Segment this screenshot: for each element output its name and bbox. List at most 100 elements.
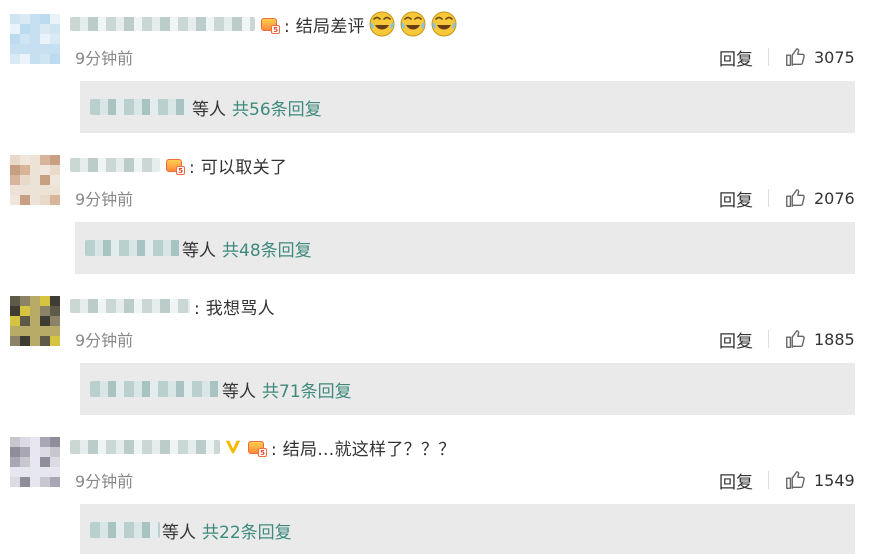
avatar-pixel: [30, 14, 40, 24]
avatar-pixel: [40, 437, 50, 447]
replies-summary[interactable]: 等人 共48条回复: [75, 222, 855, 274]
avatar-pixel: [20, 457, 30, 467]
avatar-pixel: [50, 175, 60, 185]
comment-header: 5 : 结局...就这样了？？？: [70, 434, 456, 460]
reply-button[interactable]: 回复: [719, 186, 753, 211]
avatar-pixel: [10, 155, 20, 165]
comment-text: : 我想骂人: [194, 298, 275, 319]
avatar-pixel: [30, 326, 40, 336]
avatar[interactable]: [10, 296, 60, 346]
avatar-pixel: [40, 24, 50, 34]
like-count: 1885: [814, 329, 855, 349]
username-redacted[interactable]: [70, 440, 220, 454]
avatar-pixel: [40, 34, 50, 44]
divider: [768, 189, 769, 207]
avatar-pixel: [50, 296, 60, 306]
replies-summary[interactable]: 等人 共56条回复: [80, 81, 855, 133]
thumbs-up-icon: [784, 328, 806, 350]
comment-time: 9分钟前: [75, 190, 134, 209]
comment-header: : 我想骂人: [70, 293, 275, 319]
avatar-pixel: [20, 306, 30, 316]
reply-button[interactable]: 回复: [719, 45, 753, 70]
avatar-pixel: [20, 326, 30, 336]
avatar-pixel: [40, 54, 50, 64]
like-button[interactable]: 1885: [784, 326, 855, 352]
username-redacted[interactable]: [70, 158, 160, 172]
replies-total-link[interactable]: 共22条回复: [202, 518, 292, 543]
avatar-pixel: [40, 477, 50, 487]
replies-total-link[interactable]: 共48条回复: [222, 236, 312, 261]
avatar-pixel: [30, 336, 40, 346]
like-count: 1549: [814, 470, 855, 490]
avatar-pixel: [20, 336, 30, 346]
replies-summary[interactable]: 等人 共22条回复: [80, 504, 855, 554]
comment-item: 5 : 结局...就这样了？？？ 9分钟前 回复 1549 等人 共22条回复: [0, 423, 884, 554]
avatar-pixel: [40, 175, 50, 185]
avatar-pixel: [20, 316, 30, 326]
avatar-pixel: [20, 34, 30, 44]
vip-v-icon: [224, 437, 242, 457]
avatar-pixel: [40, 165, 50, 175]
avatar-pixel: [30, 316, 40, 326]
like-button[interactable]: 3075: [784, 44, 855, 70]
avatar-pixel: [10, 296, 20, 306]
comment-item: 5 : 可以取关了 9分钟前 回复 2076 等人 共48条回复: [0, 141, 884, 281]
avatar-pixel: [30, 306, 40, 316]
avatar-pixel: [30, 457, 40, 467]
like-button[interactable]: 2076: [784, 185, 855, 211]
replies-summary[interactable]: 等人 共71条回复: [80, 363, 855, 415]
avatar-pixel: [30, 165, 40, 175]
avatar-pixel: [50, 155, 60, 165]
avatar-pixel: [40, 155, 50, 165]
reply-button[interactable]: 回复: [719, 468, 753, 493]
avatar-pixel: [30, 296, 40, 306]
reply-users-redacted: [90, 522, 160, 538]
username-redacted[interactable]: [70, 299, 190, 313]
reply-users-redacted: [90, 381, 220, 397]
comment-time: 9分钟前: [75, 331, 134, 350]
comment-time: 9分钟前: [75, 472, 134, 491]
comment-item: : 我想骂人 9分钟前 回复 1885 等人 共71条回复: [0, 282, 884, 422]
avatar-pixel: [20, 437, 30, 447]
avatar-pixel: [20, 185, 30, 195]
avatar-pixel: [50, 447, 60, 457]
avatar-pixel: [50, 165, 60, 175]
username-redacted[interactable]: [70, 17, 255, 31]
avatar-pixel: [50, 477, 60, 487]
avatar-pixel: [50, 195, 60, 205]
avatar-pixel: [50, 326, 60, 336]
reply-users-redacted: [85, 240, 180, 256]
avatar-pixel: [30, 477, 40, 487]
avatar-pixel: [10, 467, 20, 477]
divider: [768, 471, 769, 489]
crown-level-badge-icon: 5: [245, 437, 267, 457]
crown-level-badge-icon: 5: [163, 155, 185, 175]
avatar-pixel: [10, 477, 20, 487]
avatar-pixel: [10, 14, 20, 24]
avatar-pixel: [50, 44, 60, 54]
avatar-pixel: [50, 185, 60, 195]
avatar-pixel: [10, 457, 20, 467]
like-button[interactable]: 1549: [784, 467, 855, 493]
avatar[interactable]: [10, 437, 60, 487]
avatar-pixel: [10, 34, 20, 44]
avatar-pixel: [10, 165, 20, 175]
avatar[interactable]: [10, 14, 60, 64]
replies-total-link[interactable]: 共71条回复: [262, 377, 352, 402]
comment-text: : 可以取关了: [189, 157, 288, 178]
avatar-pixel: [40, 296, 50, 306]
avatar-pixel: [20, 54, 30, 64]
reply-users-redacted: [90, 99, 190, 115]
avatar-pixel: [40, 14, 50, 24]
reply-button[interactable]: 回复: [719, 327, 753, 352]
avatar-pixel: [10, 447, 20, 457]
avatar-pixel: [10, 306, 20, 316]
avatar-pixel: [50, 437, 60, 447]
avatar-pixel: [20, 195, 30, 205]
avatar-pixel: [30, 447, 40, 457]
like-count: 3075: [814, 47, 855, 67]
replies-total-link[interactable]: 共56条回复: [232, 95, 322, 120]
avatar[interactable]: [10, 155, 60, 205]
avatar-pixel: [20, 155, 30, 165]
avatar-pixel: [30, 195, 40, 205]
